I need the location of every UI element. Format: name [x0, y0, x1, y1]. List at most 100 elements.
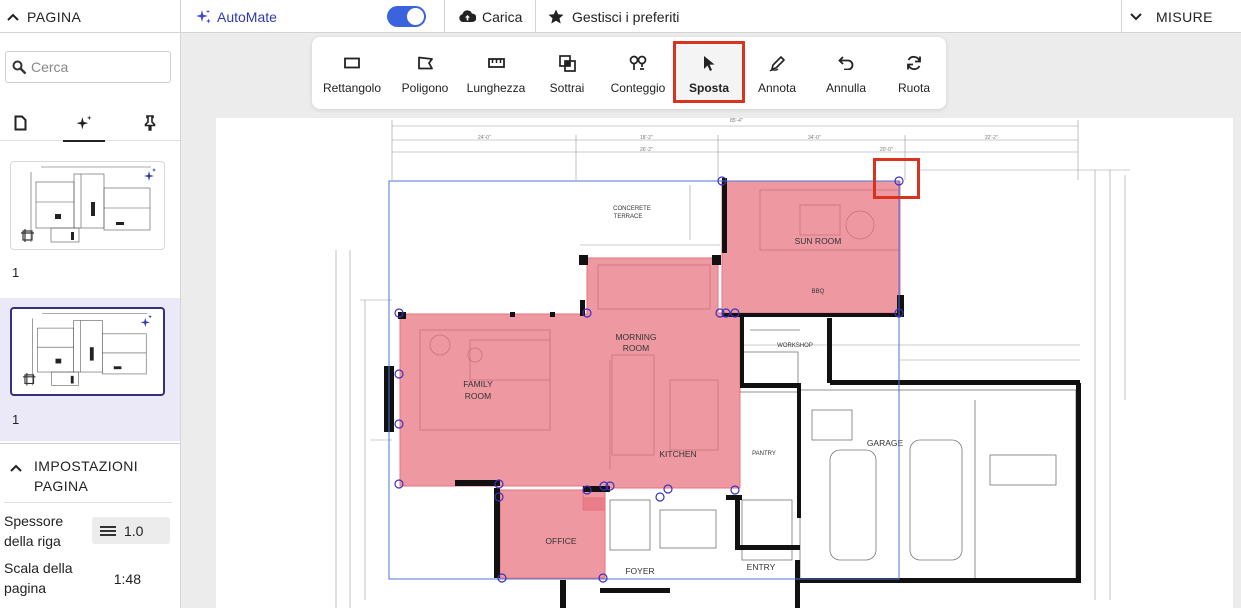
app-window: PAGINA AutoMate Carica Gestisci i prefer… [0, 0, 1241, 608]
automate-label-group: AutoMate [196, 0, 277, 33]
page-thumbnail-item[interactable]: 1 [0, 151, 180, 293]
thumbnail-floorplan [23, 313, 152, 386]
svg-text:ROOM: ROOM [465, 391, 491, 401]
thumbnail-floorplan [21, 166, 156, 243]
settings-title-line: IMPOSTAZIONI [34, 458, 139, 474]
search-icon [12, 60, 27, 74]
page-thumbnail-selected[interactable] [10, 307, 165, 396]
tool-label: Poligono [401, 81, 449, 95]
preferiti-label: Gestisci i preferiti [572, 8, 680, 25]
tool-label: Annota [757, 81, 797, 95]
tool-label: Rettangolo [322, 81, 382, 95]
svg-text:OFFICE: OFFICE [545, 536, 576, 546]
page-number: 1 [12, 265, 20, 280]
automate-toggle[interactable] [387, 6, 426, 27]
tool-sottrai[interactable]: Sottrai [536, 41, 598, 103]
carica-button[interactable]: Carica [444, 0, 536, 33]
cursor-icon [704, 55, 715, 71]
tool-palette: Rettangolo Poligono Lunghezza Sottrai Co… [312, 37, 946, 109]
tool-lunghezza[interactable]: Lunghezza [462, 41, 530, 103]
line-thickness-label: Spessore della riga [4, 511, 84, 551]
svg-text:FOYER: FOYER [625, 566, 654, 576]
svg-text:TERRACE: TERRACE [614, 214, 643, 220]
svg-text:18'-2": 18'-2" [640, 135, 653, 141]
chevron-down-icon [1130, 12, 1142, 20]
tool-sposta[interactable]: Sposta [673, 41, 745, 103]
left-panel: 1 1 IMPOSTAZI [0, 33, 181, 608]
tab-pages[interactable] [6, 109, 34, 137]
page-scale-label: Scala della pagina [4, 558, 84, 598]
search-box [5, 51, 171, 83]
line-weight-icon [100, 525, 116, 536]
tool-annulla[interactable]: Annulla [814, 41, 878, 103]
gestisci-preferiti-button[interactable]: Gestisci i preferiti [548, 0, 679, 33]
svg-text:22'-2": 22'-2" [985, 135, 998, 141]
annotate-icon [769, 55, 785, 72]
subtract-icon [558, 54, 576, 72]
sidebar-tabs [0, 103, 180, 142]
line-thickness-input[interactable]: 1.0 [92, 517, 170, 544]
rotate-icon [907, 55, 921, 71]
svg-text:PANTRY: PANTRY [752, 451, 776, 457]
divider [4, 502, 172, 503]
carica-label: Carica [482, 8, 523, 25]
svg-text:GARAGE: GARAGE [867, 438, 904, 448]
chevron-up-icon [7, 13, 19, 21]
cloud-upload-icon [459, 10, 476, 22]
label-line: pagina [4, 580, 47, 596]
page-scale-row: Scala della pagina 1:48 [4, 558, 176, 598]
page-thumbnail[interactable] [10, 161, 165, 250]
undo-icon [838, 56, 854, 70]
tool-label: Ruota [897, 81, 931, 95]
drawing-canvas[interactable]: 24'-0" 18'-2" 85'-4" 34'-0" 22'-2" 26'-2" 20… [216, 118, 1233, 608]
tool-poligono[interactable]: Poligono [390, 41, 460, 103]
chevron-up-icon[interactable] [10, 464, 22, 472]
misure-panel-toggle[interactable]: MISURE [1121, 0, 1241, 33]
tool-rettangolo[interactable]: Rettangolo [318, 41, 386, 103]
svg-text:WORKSHOP: WORKSHOP [777, 343, 813, 349]
sparkle-icon [196, 9, 211, 23]
tab-pinned[interactable] [136, 109, 164, 137]
sparkle-icon [76, 115, 92, 129]
page-icon [14, 115, 26, 131]
floor-plan-drawing: 24'-0" 18'-2" 85'-4" 34'-0" 22'-2" 26'-2" 20… [335, 118, 1130, 608]
page-settings-section: IMPOSTAZIONI PAGINA [0, 443, 180, 494]
pagina-label: PAGINA [27, 8, 82, 25]
star-icon [548, 9, 564, 24]
tool-label: Sottrai [549, 81, 585, 95]
tool-annota[interactable]: Annota [746, 41, 808, 103]
svg-text:ROOM: ROOM [623, 343, 649, 353]
label-line: della riga [4, 533, 61, 549]
svg-text:26'-2": 26'-2" [640, 147, 653, 153]
tool-label: Conteggio [610, 81, 666, 95]
svg-text:CONCERETE: CONCERETE [613, 206, 651, 212]
svg-text:SUN ROOM: SUN ROOM [795, 236, 842, 246]
count-icon [629, 55, 647, 70]
tab-automate[interactable] [63, 109, 105, 142]
tool-ruota[interactable]: Ruota [884, 41, 944, 103]
tool-label: Sposta [688, 81, 729, 95]
tool-label: Annulla [825, 81, 867, 95]
ruler-icon [487, 58, 505, 68]
label-line: Scala della [4, 560, 73, 576]
tool-conteggio[interactable]: Conteggio [604, 41, 672, 103]
svg-text:85'-4": 85'-4" [730, 118, 743, 124]
svg-text:34'-0": 34'-0" [808, 135, 821, 141]
line-thickness-value: 1.0 [124, 522, 144, 539]
automate-label: AutoMate [217, 8, 277, 25]
page-number: 1 [12, 412, 20, 427]
pagina-panel-toggle[interactable]: PAGINA [0, 0, 181, 33]
page-thumbnail-item-selected[interactable]: 1 [0, 298, 180, 441]
rectangle-icon [344, 57, 360, 69]
toggle-knob [407, 8, 424, 25]
svg-text:ENTRY: ENTRY [747, 562, 776, 572]
settings-title-line: PAGINA [34, 478, 89, 494]
search-input[interactable] [31, 59, 161, 75]
line-thickness-row: Spessore della riga 1.0 [4, 511, 176, 551]
polygon-icon [417, 56, 433, 70]
label-line: Spessore [4, 513, 64, 529]
svg-text:MORNING: MORNING [615, 332, 656, 342]
svg-text:20'-0": 20'-0" [880, 147, 893, 153]
misure-label: MISURE [1156, 8, 1213, 25]
page-scale-value[interactable]: 1:48 [114, 569, 141, 589]
